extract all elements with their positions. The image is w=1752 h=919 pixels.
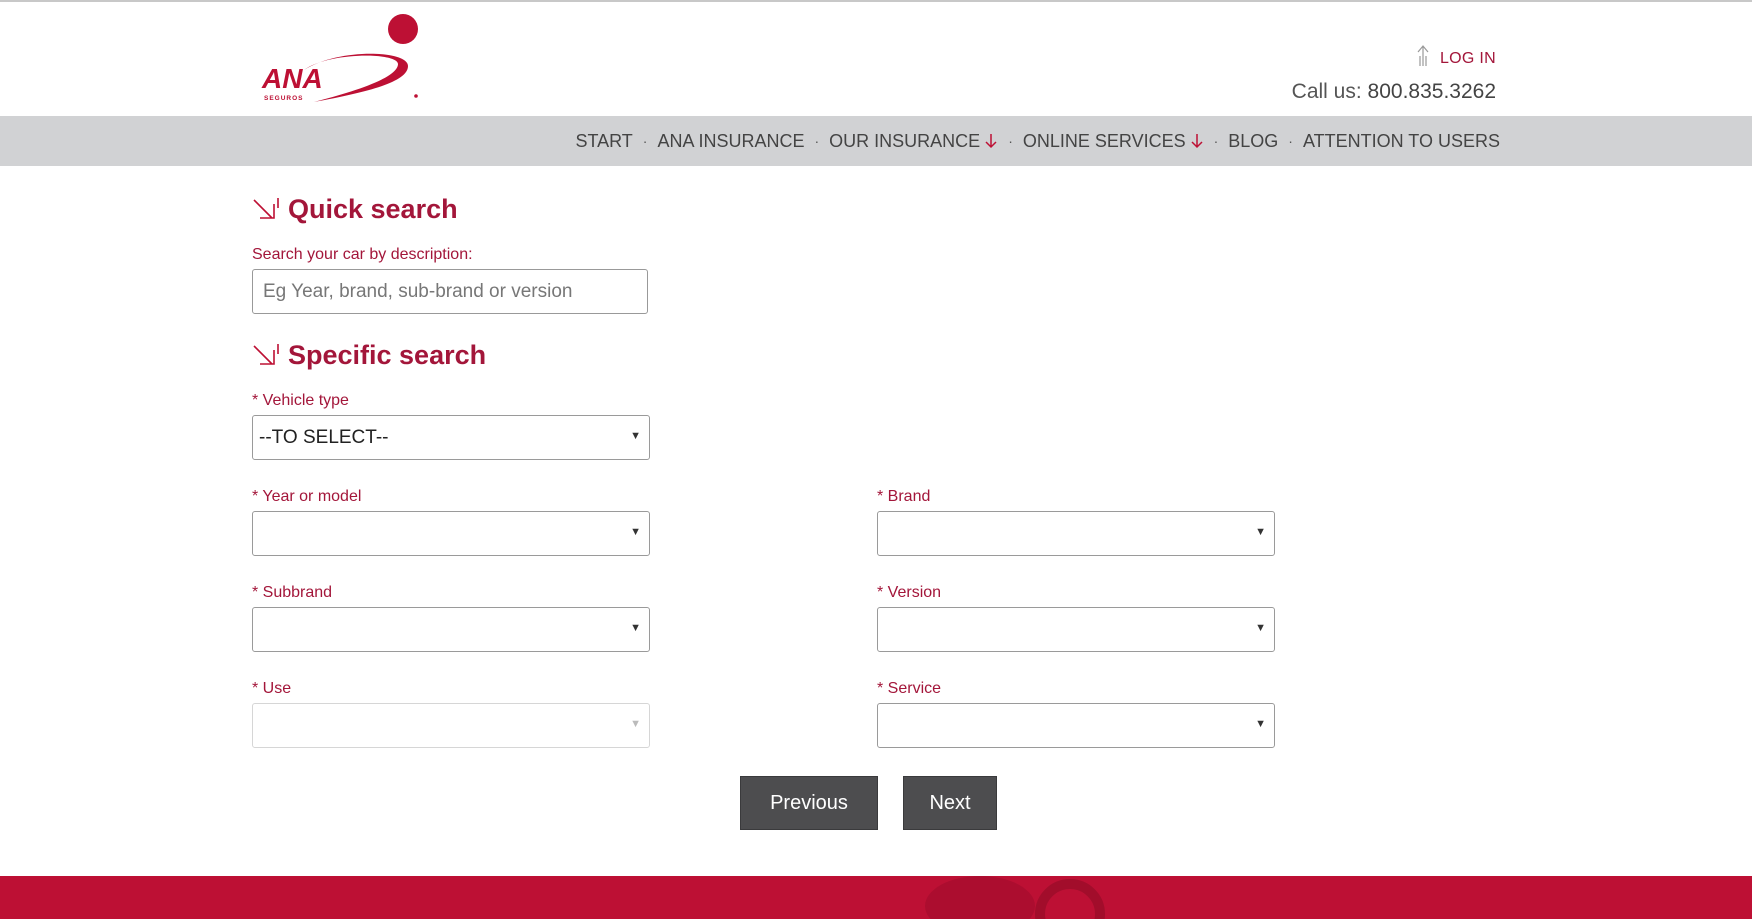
main-nav: START · ANA INSURANCE · OUR INSURANCE · … — [0, 116, 1752, 166]
site-header: ANA SEGUROS LOG IN Call us: 800.835.3262 — [0, 2, 1752, 116]
nav-label: BLOG — [1228, 130, 1279, 151]
call-label: Call us: — [1291, 80, 1362, 103]
logo-subtext: SEGUROS — [264, 95, 304, 102]
nav-label: ATTENTION TO USERS — [1302, 130, 1500, 151]
nav-separator: · — [1288, 133, 1293, 149]
use-label: * Use — [252, 680, 292, 697]
nav-separator: · — [814, 133, 820, 149]
caret-down-icon: ▼ — [630, 622, 641, 634]
subbrand-label: * Subbrand — [252, 584, 333, 601]
nav-item-ana-insurance[interactable]: ANA INSURANCE — [657, 131, 804, 152]
arrow-down-icon — [985, 134, 997, 149]
nav-label: START — [575, 130, 633, 151]
nav-item-online-services[interactable]: ONLINE SERVICES — [1023, 131, 1204, 152]
arrow-diagonal-icon — [253, 343, 279, 365]
service-label: * Service — [877, 680, 942, 697]
quick-search-label: Search your car by description: — [252, 246, 473, 263]
vehicle-type-select[interactable]: --TO SELECT-- ▼ — [252, 415, 650, 460]
nav-separator: · — [1213, 133, 1219, 149]
specific-search-heading: Specific search — [288, 340, 487, 370]
arrow-down-icon — [1191, 134, 1203, 149]
nav-item-blog[interactable]: BLOG — [1228, 131, 1278, 152]
caret-down-icon: ▼ — [1255, 718, 1266, 730]
login-link[interactable]: LOG IN — [1416, 44, 1496, 68]
brand-select[interactable]: ▼ — [877, 511, 1275, 556]
nav-item-attention-to-users[interactable]: ATTENTION TO USERS — [1303, 131, 1500, 152]
ana-logo[interactable]: ANA SEGUROS — [258, 12, 424, 107]
caret-down-icon: ▼ — [1255, 526, 1266, 538]
quick-search-input[interactable] — [252, 269, 648, 314]
year-select[interactable]: ▼ — [252, 511, 650, 556]
site-footer — [0, 876, 1752, 919]
version-label: * Version — [877, 584, 942, 601]
caret-down-icon: ▼ — [1255, 622, 1266, 634]
caret-down-icon: ▼ — [630, 430, 641, 442]
subbrand-select[interactable]: ▼ — [252, 607, 650, 652]
nav-label: ONLINE SERVICES — [1022, 130, 1186, 151]
logo-text: ANA — [261, 63, 323, 94]
call-us: Call us: 800.835.3262 — [1292, 80, 1496, 104]
year-label: * Year or model — [252, 488, 362, 505]
vehicle-type-value: --TO SELECT-- — [259, 426, 389, 448]
vehicle-type-label: * Vehicle type — [252, 392, 349, 409]
arrow-diagonal-icon — [253, 197, 279, 219]
caret-down-icon: ▼ — [630, 526, 641, 538]
arrow-up-icon — [1417, 45, 1429, 66]
phone-number[interactable]: 800.835.3262 — [1368, 80, 1496, 103]
nav-separator: · — [642, 133, 648, 149]
previous-button[interactable]: Previous — [740, 776, 878, 830]
quick-search-heading: Quick search — [288, 194, 458, 224]
quick-search-title: Quick search — [252, 194, 458, 225]
footer-decoration-image — [925, 876, 1105, 919]
use-select[interactable]: ▼ — [252, 703, 650, 748]
nav-separator: · — [1008, 133, 1013, 149]
brand-label: * Brand — [877, 488, 931, 505]
login-label: LOG IN — [1439, 50, 1496, 67]
next-button[interactable]: Next — [903, 776, 997, 830]
caret-down-icon: ▼ — [630, 718, 641, 730]
version-select[interactable]: ▼ — [877, 607, 1275, 652]
nav-list: START · ANA INSURANCE · OUR INSURANCE · … — [575, 116, 1500, 166]
service-select[interactable]: ▼ — [877, 703, 1275, 748]
nav-label: OUR INSURANCE — [829, 130, 981, 151]
specific-search-title: Specific search — [252, 340, 486, 371]
nav-item-start[interactable]: START — [575, 131, 632, 152]
nav-label: ANA INSURANCE — [657, 130, 805, 151]
nav-item-our-insurance[interactable]: OUR INSURANCE — [829, 131, 998, 152]
